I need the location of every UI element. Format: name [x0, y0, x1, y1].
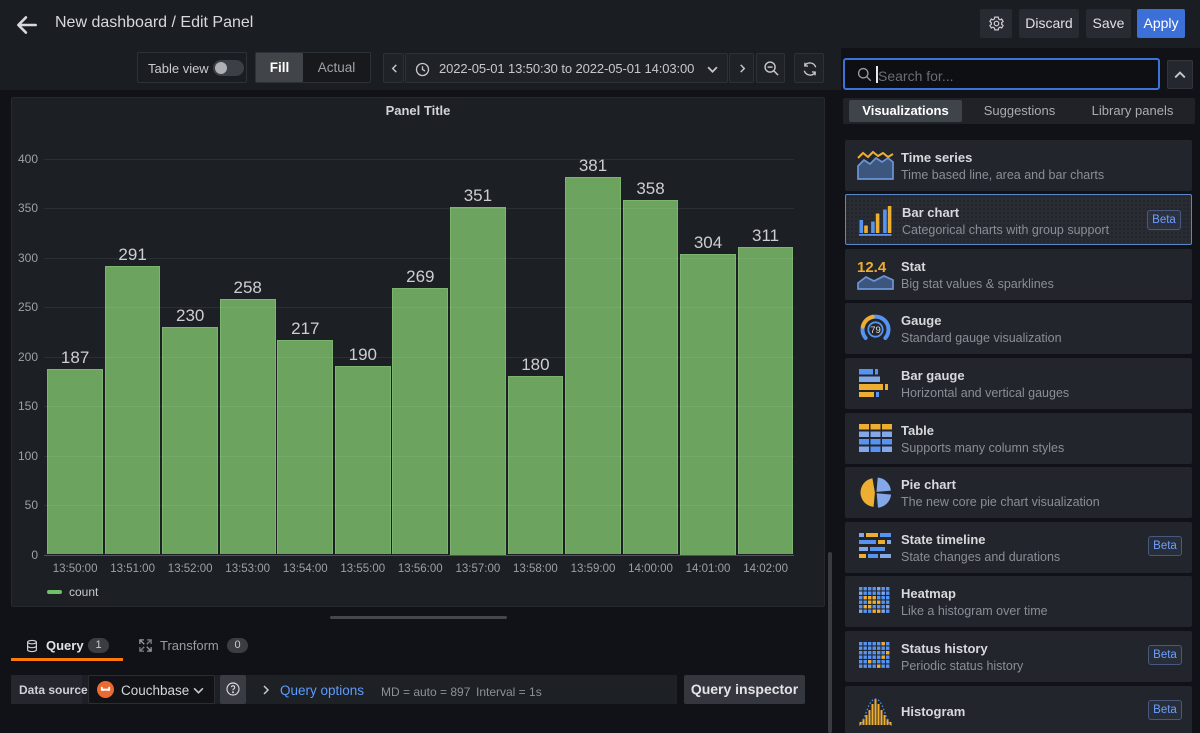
svg-text:79: 79 — [870, 325, 881, 336]
svg-text:12.4: 12.4 — [857, 259, 887, 276]
